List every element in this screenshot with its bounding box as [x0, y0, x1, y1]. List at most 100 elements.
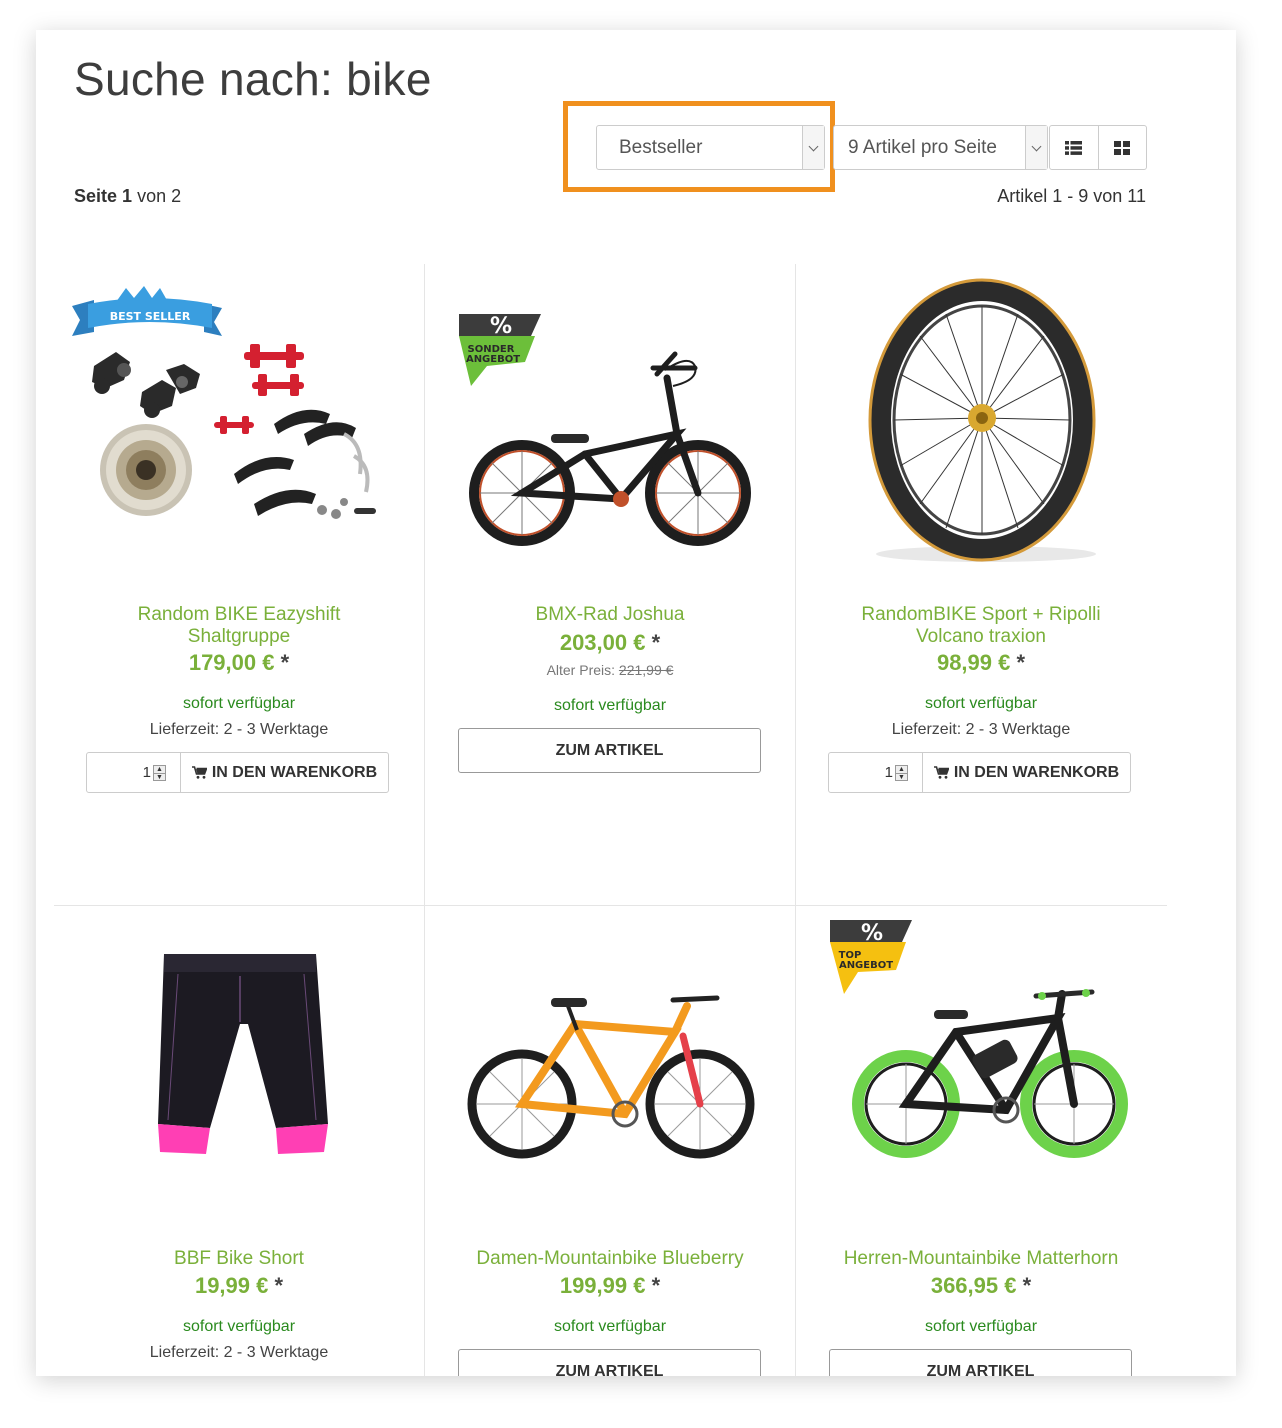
- delivery-time: Lieferzeit: 2 - 3 Werktage: [149, 721, 329, 738]
- list-view-icon: [1065, 140, 1083, 155]
- spinner-icon[interactable]: ▲ ▼: [895, 764, 908, 781]
- availability-status: sofort verfügbar: [182, 695, 296, 712]
- per-page-select-value: 9 Artikel pro Seite: [848, 136, 997, 158]
- product-name-line1[interactable]: BMX-Rad Joshua: [425, 604, 795, 626]
- product-name[interactable]: BBF Bike Short: [54, 1248, 424, 1270]
- old-price-label: Alter Preis:: [546, 662, 616, 678]
- add-to-cart-button[interactable]: IN DEN WARENKORB: [923, 753, 1130, 792]
- product-image-bmx[interactable]: % SONDER ANGEBOT: [425, 274, 795, 574]
- buy-row: 1 ▲ ▼ IN DEN WARENKORB: [86, 752, 389, 793]
- product-name[interactable]: BMX-Rad Joshua: [425, 604, 795, 626]
- old-price: Alter Preis: 221,99 €: [425, 662, 795, 678]
- price-value: 179,00 €: [188, 650, 275, 675]
- page-title: Suche nach: bike: [74, 53, 432, 105]
- article-range: Artikel 1 - 9 von 11: [997, 186, 1146, 206]
- page-label: Seite: [74, 186, 118, 206]
- grid-view-icon: [1114, 140, 1131, 155]
- product-image-wheel[interactable]: [796, 274, 1166, 574]
- price-star: *: [651, 630, 661, 655]
- product-price: 19,99 € *: [54, 1273, 424, 1299]
- chevron-down-icon[interactable]: [802, 126, 824, 169]
- product-price: 199,99 € *: [425, 1273, 795, 1299]
- product-name[interactable]: Random BIKE Eazyshift Shaltgruppe: [54, 604, 424, 648]
- product-name[interactable]: Herren-Mountainbike Matterhorn: [796, 1248, 1166, 1270]
- product-name-line1[interactable]: BBF Bike Short: [54, 1248, 424, 1270]
- price-value: 203,00 €: [559, 630, 646, 655]
- price-star: *: [651, 1273, 661, 1298]
- svg-text:%: %: [861, 921, 883, 946]
- chevron-down-icon[interactable]: [1025, 126, 1047, 169]
- add-to-cart-label[interactable]: IN DEN WARENKORB: [212, 764, 377, 782]
- product-price: 203,00 € *: [425, 630, 795, 656]
- product-name[interactable]: Damen-Mountainbike Blueberry: [425, 1248, 795, 1270]
- buy-row: 1 ▲ ▼ IN DEN WARENKORB: [828, 752, 1131, 793]
- price-star: *: [280, 650, 290, 675]
- sonder-angebot-badge-icon: % SONDER ANGEBOT: [459, 314, 541, 386]
- cart-icon: [933, 766, 949, 779]
- cart-icon: [191, 766, 207, 779]
- view-article-button[interactable]: ZUM ARTIKEL: [458, 1349, 761, 1376]
- product-card[interactable]: RandomBIKE Sport + Ripolli Volcano traxi…: [796, 264, 1166, 904]
- product-image-bike-short[interactable]: [54, 914, 424, 1214]
- list-view-button[interactable]: [1050, 126, 1098, 169]
- sort-select[interactable]: Bestseller: [596, 125, 825, 170]
- add-to-cart-button[interactable]: IN DEN WARENKORB: [181, 753, 388, 792]
- svg-text:ANGEBOT: ANGEBOT: [839, 960, 893, 971]
- product-name-line1[interactable]: Damen-Mountainbike Blueberry: [425, 1248, 795, 1270]
- product-name-line1[interactable]: RandomBIKE Sport + Ripolli: [796, 604, 1166, 626]
- quantity-value[interactable]: 1: [885, 764, 893, 781]
- price-star: *: [274, 1273, 284, 1298]
- product-price: 179,00 € *: [54, 650, 424, 676]
- product-card[interactable]: BBF Bike Short 19,99 € * sofort verfügba…: [54, 906, 424, 1376]
- spinner-icon[interactable]: ▲ ▼: [153, 764, 166, 781]
- quantity-stepper[interactable]: 1 ▲ ▼: [829, 753, 923, 792]
- product-image-bike-parts[interactable]: BEST SELLER: [54, 274, 424, 574]
- price-value: 19,99 €: [194, 1273, 269, 1298]
- availability-status: sofort verfügbar: [182, 1318, 296, 1335]
- price-value: 199,99 €: [559, 1273, 646, 1298]
- product-name-line2[interactable]: Shaltgruppe: [54, 626, 424, 648]
- view-article-button[interactable]: ZUM ARTIKEL: [458, 728, 761, 773]
- grid-view-button[interactable]: [1097, 126, 1147, 169]
- page-total: von 2: [137, 186, 182, 206]
- product-price: 366,95 € *: [796, 1273, 1166, 1299]
- price-star: *: [1022, 1273, 1032, 1298]
- product-image-orange-mtb[interactable]: [425, 914, 795, 1214]
- pagination-info: Seite 1 von 2: [74, 186, 181, 207]
- product-card[interactable]: % SONDER ANGEBOT BMX-Rad Joshua 203,00 €…: [425, 264, 795, 904]
- view-article-button[interactable]: ZUM ARTIKEL: [829, 1349, 1132, 1376]
- svg-text:ANGEBOT: ANGEBOT: [466, 354, 520, 365]
- sort-select-value: Bestseller: [619, 136, 703, 158]
- product-name-line1[interactable]: Random BIKE Eazyshift: [54, 604, 424, 626]
- product-image-e-mtb[interactable]: % TOP ANGEBOT: [796, 914, 1166, 1214]
- product-name-line2[interactable]: Volcano traxion: [796, 626, 1166, 648]
- product-card[interactable]: Damen-Mountainbike Blueberry 199,99 € * …: [425, 906, 795, 1376]
- old-price-value: 221,99 €: [618, 662, 674, 678]
- price-value: 98,99 €: [936, 650, 1011, 675]
- price-star: *: [1016, 650, 1026, 675]
- top-angebot-badge-icon: % TOP ANGEBOT: [830, 920, 912, 994]
- availability-status: sofort verfügbar: [924, 695, 1038, 712]
- cassette: [100, 424, 192, 516]
- delivery-time: Lieferzeit: 2 - 3 Werktage: [891, 721, 1071, 738]
- product-card[interactable]: BEST SELLER Random BIKE Eazyshift Shaltg…: [54, 264, 424, 904]
- quantity-value[interactable]: 1: [143, 764, 151, 781]
- product-name-line1[interactable]: Herren-Mountainbike Matterhorn: [796, 1248, 1166, 1270]
- product-card[interactable]: % TOP ANGEBOT Herren-Mountainbike Matter…: [796, 906, 1166, 1376]
- svg-text:%: %: [490, 314, 512, 339]
- price-value: 366,95 €: [930, 1273, 1017, 1298]
- quantity-stepper[interactable]: 1 ▲ ▼: [87, 753, 181, 792]
- availability-status: sofort verfügbar: [924, 1318, 1038, 1335]
- product-price: 98,99 € *: [796, 650, 1166, 676]
- per-page-select[interactable]: 9 Artikel pro Seite: [833, 125, 1048, 170]
- view-toggle: [1049, 125, 1147, 170]
- add-to-cart-label[interactable]: IN DEN WARENKORB: [954, 764, 1119, 782]
- availability-status: sofort verfügbar: [553, 697, 667, 714]
- search-results-page: Suche nach: bike Bestseller 9 Artikel pr…: [36, 30, 1236, 1376]
- current-page: 1: [122, 186, 133, 206]
- availability-status: sofort verfügbar: [553, 1318, 667, 1335]
- svg-text:BEST SELLER: BEST SELLER: [110, 310, 191, 323]
- delivery-time: Lieferzeit: 2 - 3 Werktage: [149, 1344, 329, 1361]
- product-name[interactable]: RandomBIKE Sport + Ripolli Volcano traxi…: [796, 604, 1166, 648]
- best-seller-badge-icon: BEST SELLER: [72, 286, 222, 336]
